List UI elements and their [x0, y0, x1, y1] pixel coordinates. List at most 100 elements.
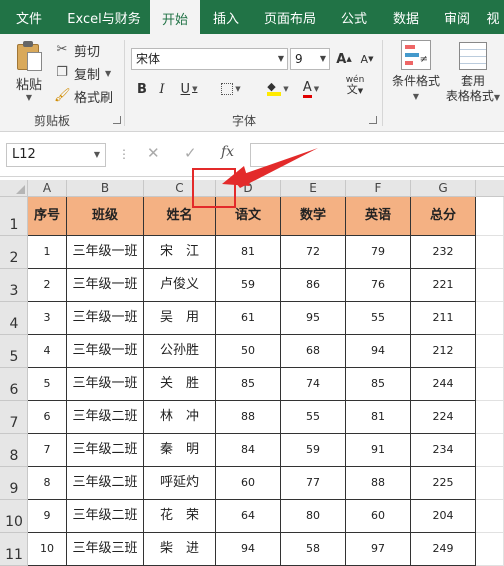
- column-header-f[interactable]: F: [346, 180, 411, 197]
- table-cell[interactable]: 50: [216, 335, 281, 368]
- row-header[interactable]: 1: [0, 197, 28, 236]
- table-cell[interactable]: 211: [411, 302, 476, 335]
- table-cell[interactable]: 76: [346, 269, 411, 302]
- table-cell[interactable]: 221: [411, 269, 476, 302]
- table-cell[interactable]: 三年级三班: [67, 533, 144, 566]
- table-cell[interactable]: 10: [28, 533, 67, 566]
- table-cell[interactable]: 三年级一班: [67, 269, 144, 302]
- dialog-launcher-icon[interactable]: [113, 116, 121, 124]
- table-cell[interactable]: 232: [411, 236, 476, 269]
- table-cell[interactable]: 三年级二班: [67, 467, 144, 500]
- row-header[interactable]: 11: [0, 533, 28, 566]
- table-cell[interactable]: 1: [28, 236, 67, 269]
- font-name-select[interactable]: 宋体 ▼: [131, 48, 288, 70]
- table-cell[interactable]: 77: [281, 467, 346, 500]
- table-cell[interactable]: 7: [28, 434, 67, 467]
- row-header[interactable]: 3: [0, 269, 28, 302]
- column-header-a[interactable]: A: [28, 180, 67, 197]
- table-cell[interactable]: 59: [281, 434, 346, 467]
- table-cell[interactable]: 三年级二班: [67, 401, 144, 434]
- bold-button[interactable]: B: [133, 78, 151, 100]
- table-cell[interactable]: 86: [281, 269, 346, 302]
- empty-cell[interactable]: [476, 401, 504, 434]
- table-cell[interactable]: 9: [28, 500, 67, 533]
- chevron-down-icon[interactable]: ▼: [10, 93, 48, 102]
- table-header-cell[interactable]: 英语: [346, 197, 411, 236]
- column-header-e[interactable]: E: [281, 180, 346, 197]
- font-color-button[interactable]: A ▼: [296, 78, 326, 100]
- table-cell[interactable]: 212: [411, 335, 476, 368]
- name-box[interactable]: L12 ▼: [6, 143, 106, 167]
- table-cell[interactable]: 244: [411, 368, 476, 401]
- table-cell[interactable]: 8: [28, 467, 67, 500]
- table-cell[interactable]: 94: [346, 335, 411, 368]
- insert-function-icon[interactable]: fx: [221, 144, 234, 160]
- row-header[interactable]: 10: [0, 500, 28, 533]
- empty-cell[interactable]: [476, 434, 504, 467]
- table-cell[interactable]: 关 胜: [144, 368, 216, 401]
- row-header[interactable]: 7: [0, 401, 28, 434]
- table-cell[interactable]: 55: [346, 302, 411, 335]
- conditional-format-button[interactable]: ≠ 条件格式 ▼: [390, 40, 442, 104]
- table-cell[interactable]: 81: [216, 236, 281, 269]
- paste-button[interactable]: 粘贴 ▼: [10, 40, 48, 106]
- tab-view[interactable]: 视: [482, 0, 504, 34]
- underline-button[interactable]: U ▼: [176, 78, 202, 100]
- table-header-cell[interactable]: 序号: [28, 197, 67, 236]
- table-cell[interactable]: 柴 进: [144, 533, 216, 566]
- table-cell[interactable]: 79: [346, 236, 411, 269]
- empty-cell[interactable]: [476, 368, 504, 401]
- empty-cell[interactable]: [476, 500, 504, 533]
- table-cell[interactable]: 三年级一班: [67, 335, 144, 368]
- tab-formulas[interactable]: 公式: [328, 0, 380, 34]
- table-cell[interactable]: 三年级二班: [67, 434, 144, 467]
- row-header[interactable]: 5: [0, 335, 28, 368]
- tab-data[interactable]: 数据: [380, 0, 432, 34]
- tab-file[interactable]: 文件: [0, 0, 58, 34]
- table-cell[interactable]: 卢俊义: [144, 269, 216, 302]
- row-header[interactable]: 8: [0, 434, 28, 467]
- table-cell[interactable]: 72: [281, 236, 346, 269]
- table-cell[interactable]: 74: [281, 368, 346, 401]
- tab-review[interactable]: 审阅: [432, 0, 482, 34]
- table-cell[interactable]: 三年级二班: [67, 500, 144, 533]
- column-header-h[interactable]: [476, 180, 504, 197]
- empty-cell[interactable]: [476, 302, 504, 335]
- table-cell[interactable]: 林 冲: [144, 401, 216, 434]
- table-cell[interactable]: 224: [411, 401, 476, 434]
- italic-button[interactable]: I: [153, 78, 171, 100]
- tab-home[interactable]: 开始: [150, 0, 200, 36]
- column-header-g[interactable]: G: [411, 180, 476, 197]
- table-header-cell[interactable]: 总分: [411, 197, 476, 236]
- table-cell[interactable]: 95: [281, 302, 346, 335]
- table-cell[interactable]: 三年级一班: [67, 368, 144, 401]
- table-cell[interactable]: 225: [411, 467, 476, 500]
- table-cell[interactable]: 85: [346, 368, 411, 401]
- increase-font-button[interactable]: A ▲: [334, 48, 354, 70]
- table-cell[interactable]: 64: [216, 500, 281, 533]
- table-cell[interactable]: 55: [281, 401, 346, 434]
- table-cell[interactable]: 呼延灼: [144, 467, 216, 500]
- table-cell[interactable]: 60: [216, 467, 281, 500]
- format-painter-button[interactable]: 🖌 格式刷: [54, 86, 113, 106]
- table-cell[interactable]: 秦 明: [144, 434, 216, 467]
- table-cell[interactable]: 2: [28, 269, 67, 302]
- empty-cell[interactable]: [476, 236, 504, 269]
- row-header[interactable]: 6: [0, 368, 28, 401]
- empty-cell[interactable]: [476, 197, 504, 236]
- table-cell[interactable]: 88: [346, 467, 411, 500]
- table-cell[interactable]: 公孙胜: [144, 335, 216, 368]
- table-cell[interactable]: 59: [216, 269, 281, 302]
- check-icon[interactable]: ✓: [184, 144, 197, 162]
- table-header-cell[interactable]: 班级: [67, 197, 144, 236]
- table-cell[interactable]: 61: [216, 302, 281, 335]
- copy-button[interactable]: ❐ 复制 ▼: [54, 63, 111, 83]
- empty-cell[interactable]: [476, 335, 504, 368]
- empty-cell[interactable]: [476, 269, 504, 302]
- table-header-cell[interactable]: 数学: [281, 197, 346, 236]
- tab-insert[interactable]: 插入: [200, 0, 252, 34]
- empty-cell[interactable]: [476, 533, 504, 566]
- table-cell[interactable]: 84: [216, 434, 281, 467]
- empty-cell[interactable]: [476, 467, 504, 500]
- tab-excel-finance[interactable]: Excel与财务: [58, 0, 150, 34]
